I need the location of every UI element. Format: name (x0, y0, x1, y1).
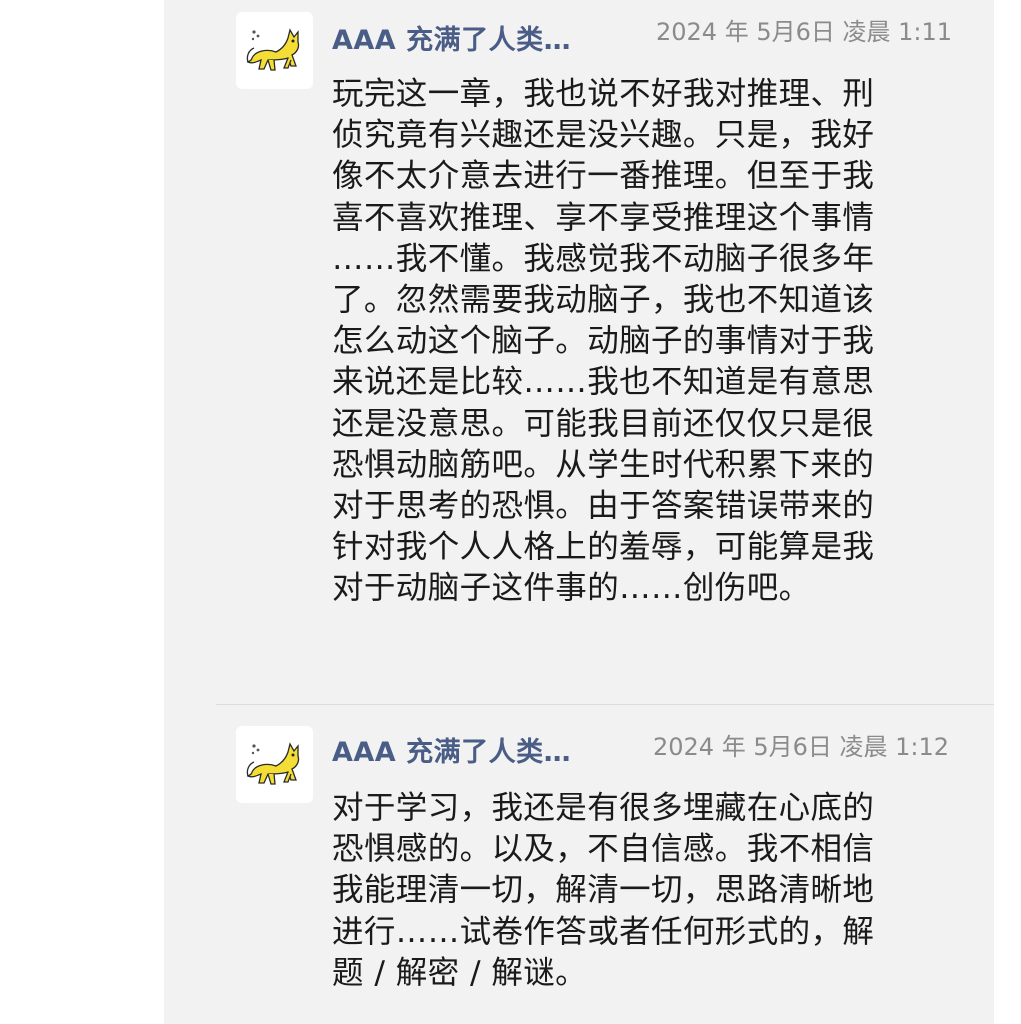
avatar[interactable] (236, 726, 313, 803)
comment-text: 对于学习，我还是有很多埋藏在心底的 恐惧感的。以及，不自信感。我不相信 我能理清… (332, 790, 875, 991)
yellow-cat-icon (246, 742, 300, 785)
page: AAA 充满了人类… 2024 年 5月6日 凌晨 1:11 玩完这一章，我也说… (0, 0, 1021, 1024)
divider (216, 704, 994, 705)
comment-panel: AAA 充满了人类… 2024 年 5月6日 凌晨 1:11 玩完这一章，我也说… (164, 0, 994, 1024)
username[interactable]: AAA 充满了人类… (332, 730, 571, 769)
comment-text: 玩完这一章，我也说不好我对推理、刑 侦究竟有兴趣还是没兴趣。只是，我好 像不太介… (332, 76, 875, 607)
avatar[interactable] (236, 12, 313, 89)
timestamp: 2024 年 5月6日 凌晨 1:11 (656, 18, 953, 46)
username[interactable]: AAA 充满了人类… (332, 18, 571, 57)
timestamp: 2024 年 5月6日 凌晨 1:12 (653, 733, 950, 761)
yellow-cat-icon (246, 28, 300, 71)
